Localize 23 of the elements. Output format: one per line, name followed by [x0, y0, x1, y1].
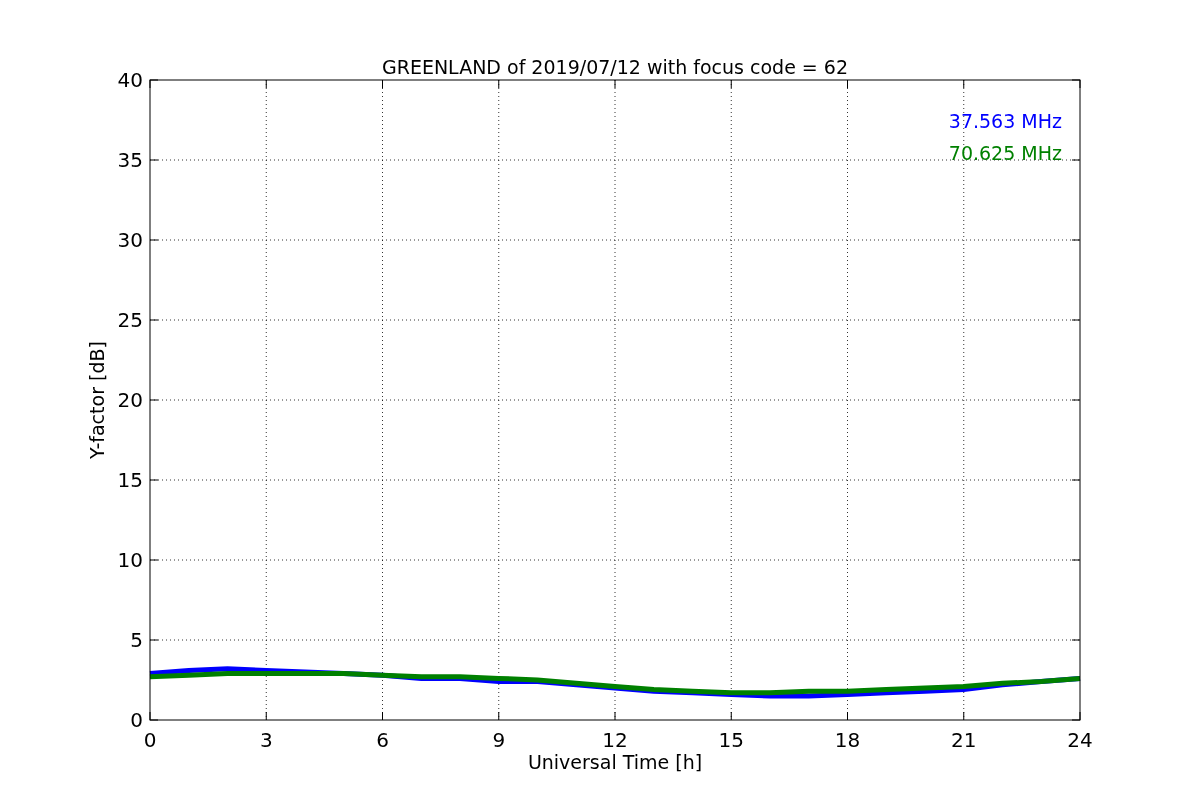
tick-label: 35: [117, 148, 143, 172]
tick-label: 20: [117, 388, 143, 412]
tick-label: 15: [117, 468, 143, 492]
legend-label: 37.563 MHz: [948, 110, 1062, 132]
legend-label: 70.625 MHz: [948, 142, 1062, 164]
tick-label: 30: [117, 228, 143, 252]
tick-label: 25: [117, 308, 143, 332]
y-axis-label: Y-factor [dB]: [86, 341, 108, 459]
tick-label: 15: [718, 728, 744, 752]
tick-label: 21: [951, 728, 977, 752]
tick-label: 0: [130, 708, 143, 732]
tick-label: 24: [1067, 728, 1093, 752]
tick-label: 0: [143, 728, 157, 752]
tick-label: 12: [602, 728, 628, 752]
tick-label: 10: [117, 548, 143, 572]
chart-title: GREENLAND of 2019/07/12 with focus code = 62: [382, 56, 848, 78]
tick-label: 6: [376, 728, 389, 752]
tick-label: 18: [834, 728, 861, 752]
tick-label: 40: [117, 68, 143, 92]
tick-label: 3: [259, 728, 273, 752]
x-axis-label: Universal Time [h]: [527, 751, 703, 773]
tick-label: 9: [492, 728, 506, 752]
tick-label: 5: [130, 628, 143, 652]
